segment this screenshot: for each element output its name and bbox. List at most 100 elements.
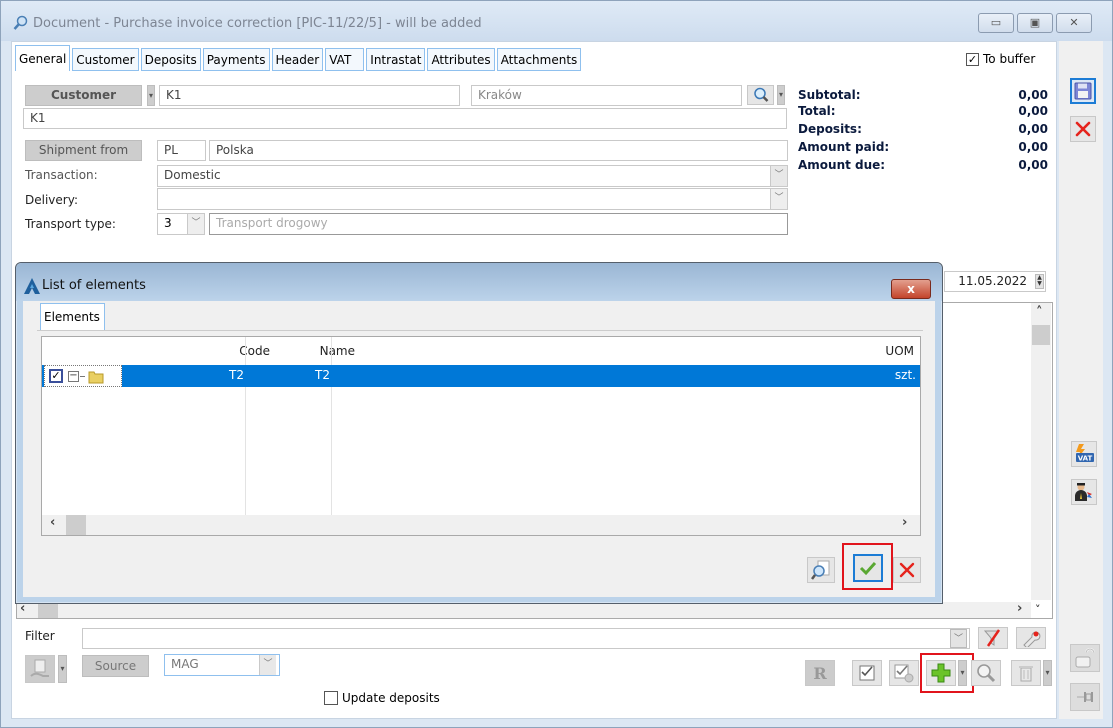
checkbox-checked-icon: ✓ xyxy=(966,52,979,66)
to-buffer-checkbox[interactable]: ✓ To buffer xyxy=(966,52,1035,66)
dialog-close-button[interactable]: x xyxy=(891,279,931,299)
document-import-dropdown[interactable]: ▾ xyxy=(58,655,67,683)
chevron-down-icon[interactable]: ﹀ xyxy=(770,189,787,209)
wrench-icon xyxy=(1023,631,1041,647)
dialog-preview-button[interactable] xyxy=(807,557,835,583)
save-button[interactable] xyxy=(1070,78,1096,104)
customer-exchange-button[interactable] xyxy=(1071,479,1097,505)
document-hand-icon xyxy=(30,659,49,677)
approve-button[interactable] xyxy=(852,660,882,686)
tab-general[interactable]: General xyxy=(15,45,71,71)
items-vertical-scrollbar[interactable]: ˄ xyxy=(1031,303,1051,600)
scroll-up-icon[interactable]: ˄ xyxy=(1036,305,1043,320)
column-separator xyxy=(331,337,332,517)
transaction-select[interactable]: Domestic xyxy=(157,165,788,187)
delivery-select[interactable] xyxy=(157,188,788,210)
scroll-right-icon[interactable]: › xyxy=(902,515,907,530)
elements-grid: Code Name UOM ✓ − T2 T2 szt. ‹ › xyxy=(41,336,921,536)
customer-search-button[interactable] xyxy=(747,85,774,105)
chevron-down-icon[interactable]: ﹀ xyxy=(770,166,787,186)
row-uom: szt. xyxy=(894,368,916,382)
tab-elements[interactable]: Elements xyxy=(40,303,105,331)
trash-icon xyxy=(1019,666,1033,682)
title-bar: Document - Purchase invoice correction [… xyxy=(1,1,1112,41)
lock-button[interactable] xyxy=(1070,644,1100,672)
scroll-thumb[interactable] xyxy=(1032,325,1050,345)
filter-settings-button[interactable] xyxy=(1016,627,1046,649)
minimize-button[interactable]: ▭ xyxy=(978,13,1014,33)
scroll-thumb[interactable] xyxy=(38,602,58,618)
tab-header[interactable]: Header xyxy=(271,48,324,71)
scroll-right-icon[interactable]: › xyxy=(1017,601,1022,616)
pin-button[interactable] xyxy=(1070,683,1100,711)
collapse-icon[interactable]: − xyxy=(68,371,79,382)
check-gear-icon xyxy=(894,664,914,683)
grid-horizontal-scrollbar[interactable]: ‹ › xyxy=(42,515,920,535)
amount-paid-label: Amount paid: xyxy=(798,140,890,154)
column-header-name[interactable]: Name xyxy=(320,344,355,358)
scroll-thumb[interactable] xyxy=(66,515,86,535)
close-x-icon xyxy=(899,562,915,578)
svg-text:VAT: VAT xyxy=(1078,455,1093,463)
chevron-down-icon[interactable]: ﹀ xyxy=(187,214,204,234)
update-deposits-checkbox[interactable]: Update deposits xyxy=(324,691,440,705)
customer-city-field[interactable]: Kraków xyxy=(471,85,742,106)
tab-attachments[interactable]: Attachments xyxy=(496,48,582,71)
cancel-button[interactable] xyxy=(1070,116,1096,142)
shipment-from-button[interactable]: Shipment from xyxy=(25,140,142,161)
customer-code-field[interactable]: K1 xyxy=(159,85,460,106)
tab-vat[interactable]: VAT xyxy=(325,48,365,71)
items-horizontal-scrollbar[interactable]: ‹ › xyxy=(17,601,1031,618)
chevron-down-icon[interactable]: ﹀ xyxy=(950,629,967,648)
column-header-uom[interactable]: UOM xyxy=(885,344,914,358)
customer-button[interactable]: Customer xyxy=(25,85,142,106)
customer-dropdown-button[interactable]: ▾ xyxy=(147,85,155,106)
chevron-down-icon[interactable]: ﹀ xyxy=(259,655,276,675)
table-row[interactable]: ✓ − T2 T2 szt. xyxy=(42,365,920,387)
delete-item-dropdown[interactable]: ▾ xyxy=(1043,660,1052,686)
search-icon xyxy=(13,15,28,30)
dialog-title-bar: List of elements x xyxy=(16,263,942,301)
to-buffer-label: To buffer xyxy=(983,52,1036,66)
customer-name-field[interactable]: K1 xyxy=(23,108,787,129)
tab-intrastat[interactable]: Intrastat xyxy=(366,48,426,71)
date-field[interactable]: 11.05.2022 xyxy=(944,271,1046,292)
source-value: MAG xyxy=(171,657,199,671)
tab-customer[interactable]: Customer xyxy=(72,48,139,71)
source-button[interactable]: Source xyxy=(82,655,149,677)
filter-input[interactable] xyxy=(82,628,970,649)
report-button[interactable]: R xyxy=(805,660,835,686)
shipment-country-code-field[interactable]: PL xyxy=(157,140,206,161)
tab-deposits[interactable]: Deposits xyxy=(140,48,201,71)
dialog-cancel-button[interactable] xyxy=(893,557,921,583)
customer-search-dropdown[interactable]: ▾ xyxy=(777,85,785,105)
column-header-code[interactable]: Code xyxy=(239,344,270,358)
delete-item-button[interactable] xyxy=(1011,660,1041,686)
tab-attributes[interactable]: Attributes xyxy=(427,48,495,71)
magnifier-document-icon xyxy=(811,560,830,580)
tab-divider xyxy=(37,330,923,331)
scroll-left-icon[interactable]: ‹ xyxy=(50,515,55,530)
approve-settings-button[interactable] xyxy=(889,660,919,686)
search-items-button[interactable] xyxy=(971,660,1001,686)
tab-payments[interactable]: Payments xyxy=(202,48,270,71)
row-code: T2 xyxy=(229,368,244,382)
filter-label: Filter xyxy=(25,629,55,643)
dialog-body: Elements Code Name UOM ✓ − T2 T2 szt. ‹ … xyxy=(23,301,935,597)
magnifier-icon xyxy=(977,664,996,683)
clear-filter-button[interactable] xyxy=(978,627,1008,649)
document-import-button[interactable] xyxy=(25,655,55,683)
pin-icon xyxy=(1077,692,1093,702)
scroll-down-icon[interactable]: ˅ xyxy=(1035,603,1041,616)
subtotal-label: Subtotal: xyxy=(798,88,861,102)
shipment-country-name-field[interactable]: Polska xyxy=(209,140,788,161)
maximize-button[interactable]: ▣ xyxy=(1017,13,1053,33)
row-checkbox[interactable]: ✓ xyxy=(49,369,63,383)
date-spinner[interactable]: ▲ ▼ xyxy=(1035,274,1044,289)
close-window-button[interactable]: ✕ xyxy=(1056,13,1092,33)
transport-type-placeholder: Transport drogowy xyxy=(216,216,328,230)
vat-button[interactable]: VAT xyxy=(1071,441,1097,467)
column-separator xyxy=(245,337,246,517)
report-r-icon: R xyxy=(813,664,827,683)
transport-type-name-field[interactable]: Transport drogowy xyxy=(209,213,788,235)
